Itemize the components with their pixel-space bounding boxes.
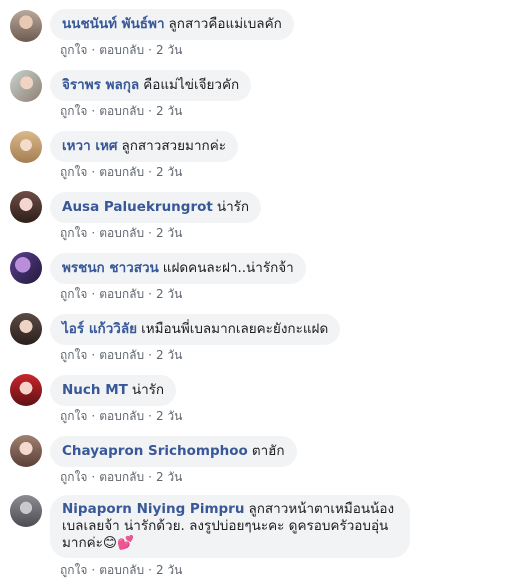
comment-author[interactable]: Nipaporn Niying Pimpru [62,501,244,517]
timestamp[interactable]: 2 วัน [156,409,182,423]
avatar[interactable] [10,374,42,406]
comment-text: ตาฮัก [251,443,285,459]
separator: · [148,104,152,118]
like-link[interactable]: ถูกใจ [60,470,87,484]
separator: · [91,43,96,57]
comment-text: คือแม่ไข่เจียวคัก [143,77,240,93]
like-link[interactable]: ถูกใจ [60,409,87,423]
timestamp[interactable]: 2 วัน [156,563,182,577]
comment-bubble: Ausa Paluekrungrot น่ารัก [50,192,262,223]
comment-bubble: Nuch MT น่ารัก [50,375,177,406]
avatar[interactable] [10,313,42,345]
separator: · [148,563,152,577]
reply-link[interactable]: ตอบกลับ [99,470,144,484]
comment-bubble: นนชนันท์ พันธ์พา ลูกสาวคือแม่เบลคัก [50,9,294,40]
comment-text: ลูกสาวคือแม่เบลคัก [168,16,282,32]
comment-bubble: ไอร์ แก้ววิลัย เหมือนพี่เบลมากเลยคะยังกะแ… [50,314,341,345]
timestamp[interactable]: 2 วัน [156,287,182,301]
like-link[interactable]: ถูกใจ [60,226,87,240]
separator: · [148,470,152,484]
heart-emoji: 💕 [117,535,134,551]
comment-text: น่ารัก [131,382,165,398]
reply-link[interactable]: ตอบกลับ [99,43,144,57]
timestamp[interactable]: 2 วัน [156,470,182,484]
comment-actions: ถูกใจ · ตอบกลับ · 2 วัน [60,285,182,304]
comment-author[interactable]: เหวา เหศ [62,138,117,154]
comment-bubble: พรชนก ชาวสวน แฝดคนละฝา..น่ารักจ้า [50,253,306,284]
like-link[interactable]: ถูกใจ [60,287,87,301]
timestamp[interactable]: 2 วัน [156,104,182,118]
comment-text: ลูกสาวสวยมากค่ะ [121,138,226,154]
comment-bubble: Nipaporn Niying Pimpru ลูกสาวหน้าตาเหมือน… [50,495,410,558]
separator: · [91,165,96,179]
comment-author[interactable]: นนชนันท์ พันธ์พา [62,16,165,32]
comment-author[interactable]: พรชนก ชาวสวน [62,260,159,276]
comment-actions: ถูกใจ · ตอบกลับ · 2 วัน [60,407,182,426]
comment-text: แฝดคนละฝา..น่ารักจ้า [162,260,294,276]
comment-bubble: จิราพร พลกุล คือแม่ไข่เจียวคัก [50,70,252,101]
separator: · [148,226,152,240]
separator: · [148,409,152,423]
comment-actions: ถูกใจ · ตอบกลับ · 2 วัน [60,163,182,182]
separator: · [148,287,152,301]
avatar[interactable] [10,191,42,223]
avatar[interactable] [10,495,42,527]
comment-bubble: เหวา เหศ ลูกสาวสวยมากค่ะ [50,131,238,162]
separator: · [148,43,152,57]
comment-actions: ถูกใจ · ตอบกลับ · 2 วัน [60,561,182,580]
timestamp[interactable]: 2 วัน [156,165,182,179]
comment-actions: ถูกใจ · ตอบกลับ · 2 วัน [60,346,182,365]
reply-link[interactable]: ตอบกลับ [99,165,144,179]
avatar[interactable] [10,252,42,284]
separator: · [148,348,152,362]
like-link[interactable]: ถูกใจ [60,563,87,577]
separator: · [91,348,96,362]
avatar[interactable] [10,70,42,102]
comment-actions: ถูกใจ · ตอบกลับ · 2 วัน [60,41,182,60]
separator: · [91,287,96,301]
avatar[interactable] [10,10,42,42]
separator: · [148,165,152,179]
separator: · [91,470,96,484]
comment-author[interactable]: Chayapron Srichomphoo [62,443,248,459]
comment-author[interactable]: ไอร์ แก้ววิลัย [62,321,137,337]
comment-actions: ถูกใจ · ตอบกลับ · 2 วัน [60,102,182,121]
timestamp[interactable]: 2 วัน [156,43,182,57]
comment-text: น่ารัก [216,199,250,215]
separator: · [91,104,96,118]
comment-author[interactable]: Nuch MT [62,382,128,398]
comment-actions: ถูกใจ · ตอบกลับ · 2 วัน [60,224,182,243]
like-link[interactable]: ถูกใจ [60,43,87,57]
separator: · [91,409,96,423]
like-link[interactable]: ถูกใจ [60,104,87,118]
like-link[interactable]: ถูกใจ [60,348,87,362]
separator: · [91,226,96,240]
comment-author[interactable]: จิราพร พลกุล [62,77,139,93]
comment-text: เหมือนพี่เบลมากเลยคะยังกะแฝด [141,321,329,337]
reply-link[interactable]: ตอบกลับ [99,563,144,577]
avatar[interactable] [10,131,42,163]
reply-link[interactable]: ตอบกลับ [99,348,144,362]
timestamp[interactable]: 2 วัน [156,226,182,240]
reply-link[interactable]: ตอบกลับ [99,409,144,423]
comment-bubble: Chayapron Srichomphoo ตาฮัก [50,436,297,467]
reply-link[interactable]: ตอบกลับ [99,226,144,240]
comment-author[interactable]: Ausa Paluekrungrot [62,199,213,215]
like-link[interactable]: ถูกใจ [60,165,87,179]
timestamp[interactable]: 2 วัน [156,348,182,362]
comment-actions: ถูกใจ · ตอบกลับ · 2 วัน [60,468,182,487]
separator: · [91,563,96,577]
reply-link[interactable]: ตอบกลับ [99,287,144,301]
avatar[interactable] [10,435,42,467]
reply-link[interactable]: ตอบกลับ [99,104,144,118]
